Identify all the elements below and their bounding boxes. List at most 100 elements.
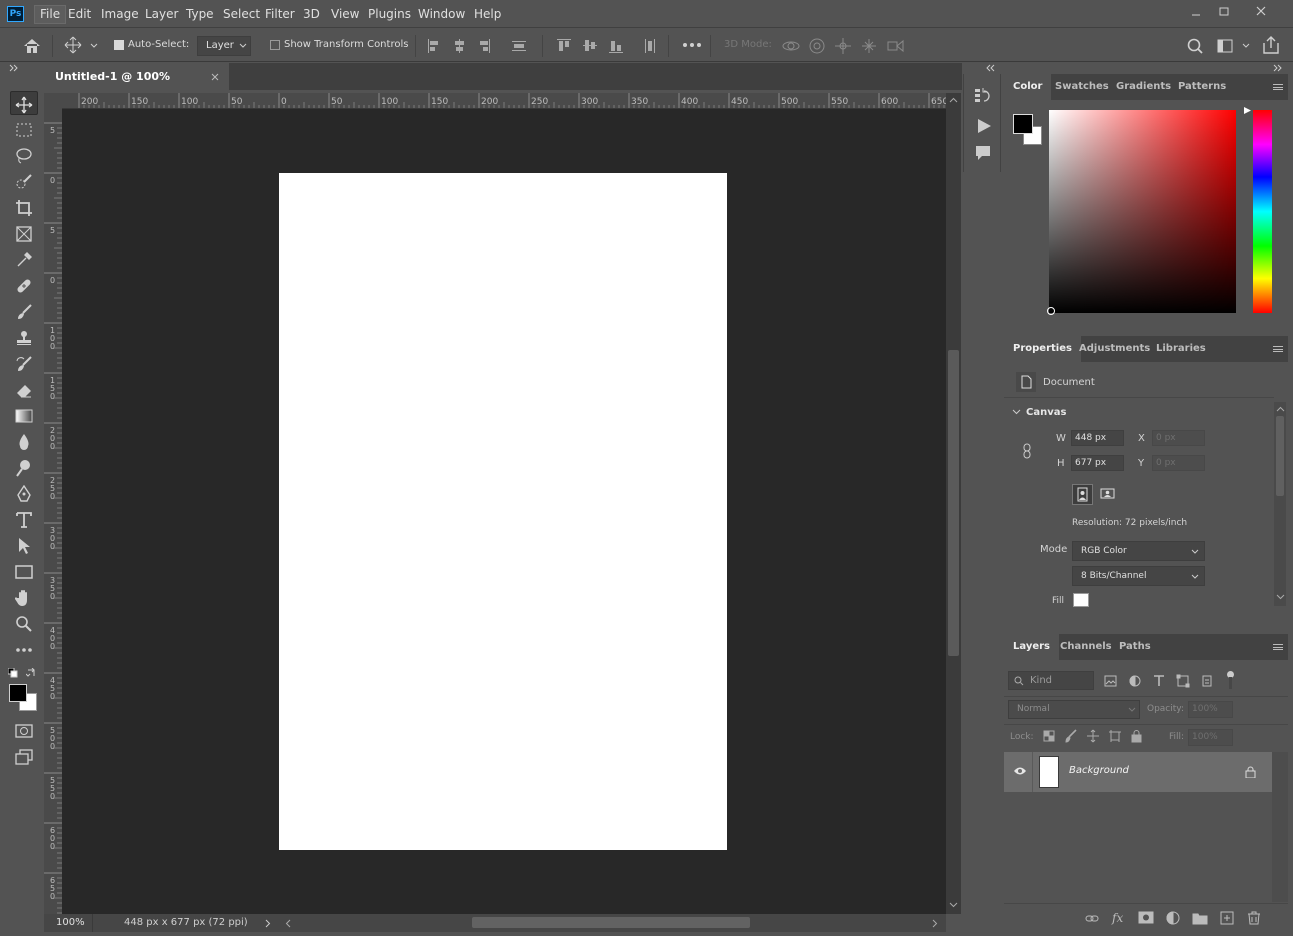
hand-tool-icon[interactable]	[10, 585, 38, 609]
gradient-tool-icon[interactable]	[10, 403, 38, 427]
properties-panel-menu-icon[interactable]	[1273, 346, 1283, 352]
menu-3d[interactable]: 3D	[298, 5, 325, 24]
collapse-panels-icon[interactable]	[1273, 64, 1283, 72]
path-select-tool-icon[interactable]	[10, 533, 38, 557]
y-input[interactable]: 0 px	[1152, 455, 1205, 471]
edit-toolbar-icon[interactable]	[10, 637, 38, 661]
foreground-color-swatch[interactable]	[9, 684, 27, 702]
brush-tool-icon[interactable]	[10, 299, 38, 323]
auto-select-checkbox[interactable]	[114, 40, 124, 50]
color-foreground-swatch[interactable]	[1013, 114, 1033, 134]
screen-mode-icon[interactable]	[10, 744, 38, 768]
auto-select-target-dropdown[interactable]: Layer	[197, 36, 251, 56]
pen-tool-icon[interactable]	[10, 481, 38, 505]
menu-layer[interactable]: Layer	[140, 5, 183, 24]
status-menu-icon[interactable]	[265, 919, 271, 928]
link-dimensions-icon[interactable]	[1021, 443, 1033, 459]
portrait-orientation-icon[interactable]	[1072, 484, 1093, 505]
vertical-scroll-thumb[interactable]	[948, 350, 959, 656]
show-transform-checkbox[interactable]	[270, 40, 280, 50]
menu-edit[interactable]: Edit	[63, 5, 96, 24]
more-options-icon[interactable]	[682, 38, 702, 52]
3d-mode-icons[interactable]	[782, 37, 908, 55]
hue-slider[interactable]	[1253, 110, 1272, 313]
menu-type[interactable]: Type	[181, 5, 219, 24]
color-field[interactable]	[1049, 110, 1236, 313]
properties-scroll-up-icon[interactable]	[1276, 406, 1285, 412]
menu-plugins[interactable]: Plugins	[363, 5, 416, 24]
dodge-tool-icon[interactable]	[10, 455, 38, 479]
close-window-icon[interactable]	[1248, 4, 1274, 20]
search-icon[interactable]	[1186, 37, 1204, 55]
height-input[interactable]: 677 px	[1071, 455, 1124, 471]
blend-mode-dropdown[interactable]: Normal	[1008, 700, 1140, 719]
tab-color[interactable]: Color	[1004, 74, 1052, 100]
close-tab-icon[interactable]	[211, 73, 219, 81]
horizontal-scroll-thumb[interactable]	[472, 917, 750, 928]
properties-scroll-thumb[interactable]	[1276, 416, 1284, 496]
history-brush-tool-icon[interactable]	[10, 351, 38, 375]
menu-help[interactable]: Help	[469, 5, 506, 24]
hue-slider-handle[interactable]	[1243, 106, 1252, 115]
menu-view[interactable]: View	[326, 5, 364, 24]
swap-colors-icon[interactable]	[26, 668, 36, 678]
properties-scroll-down-icon[interactable]	[1276, 594, 1285, 600]
layers-panel-menu-icon[interactable]	[1273, 644, 1283, 650]
layers-scrollbar[interactable]	[1272, 752, 1288, 902]
menu-image[interactable]: Image	[96, 5, 144, 24]
frame-tool-icon[interactable]	[10, 221, 38, 245]
comments-icon[interactable]	[975, 145, 991, 161]
tab-paths[interactable]: Paths	[1110, 634, 1160, 660]
lasso-tool-icon[interactable]	[10, 143, 38, 167]
scroll-up-icon[interactable]	[949, 97, 958, 103]
document-canvas[interactable]	[279, 173, 727, 850]
scroll-left-icon[interactable]	[285, 919, 291, 928]
menu-window[interactable]: Window	[413, 5, 470, 24]
layers-footer-icons[interactable]: fx	[1084, 910, 1274, 926]
history-icon[interactable]	[974, 87, 992, 105]
quick-mask-icon[interactable]	[10, 718, 38, 742]
share-icon[interactable]	[1262, 35, 1280, 55]
layer-lock-icon[interactable]	[1245, 766, 1256, 778]
layer-filter-icons[interactable]	[1102, 674, 1237, 688]
maximize-icon[interactable]	[1211, 4, 1237, 20]
zoom-level[interactable]: 100%	[56, 917, 85, 928]
crop-tool-icon[interactable]	[10, 195, 38, 219]
home-icon[interactable]	[22, 37, 42, 55]
landscape-orientation-icon[interactable]	[1098, 484, 1119, 505]
menu-file[interactable]: File	[34, 5, 67, 24]
fill-swatch[interactable]	[1073, 593, 1089, 607]
menu-filter[interactable]: Filter	[260, 5, 300, 24]
blur-tool-icon[interactable]	[10, 429, 38, 453]
document-tab[interactable]: Untitled-1 @ 100% (RGB/8#)	[44, 63, 229, 110]
move-tool-icon[interactable]	[10, 91, 38, 115]
x-input[interactable]: 0 px	[1152, 430, 1205, 446]
zoom-tool-icon[interactable]	[10, 611, 38, 635]
scroll-down-icon[interactable]	[949, 902, 958, 908]
lock-icons[interactable]	[1042, 729, 1146, 743]
tab-patterns[interactable]: Patterns	[1169, 74, 1235, 100]
menu-select[interactable]: Select	[218, 5, 265, 24]
color-mode-dropdown[interactable]: RGB Color	[1072, 541, 1205, 561]
fill-opacity-input[interactable]: 100%	[1188, 729, 1233, 746]
move-tool-icon[interactable]	[63, 36, 101, 54]
type-tool-icon[interactable]	[10, 507, 38, 531]
collapse-mid-icon[interactable]	[986, 64, 996, 72]
stamp-tool-icon[interactable]	[10, 325, 38, 349]
quick-select-tool-icon[interactable]	[10, 169, 38, 193]
color-picker-marker[interactable]	[1047, 307, 1055, 315]
bit-depth-dropdown[interactable]: 8 Bits/Channel	[1072, 566, 1205, 586]
minimize-icon[interactable]	[1183, 4, 1209, 20]
marquee-tool-icon[interactable]	[10, 117, 38, 141]
workspace-icon[interactable]	[1216, 37, 1254, 55]
scroll-right-icon[interactable]	[932, 919, 938, 928]
tab-libraries[interactable]: Libraries	[1147, 336, 1215, 362]
opacity-input[interactable]: 100%	[1188, 701, 1233, 718]
default-colors-icon[interactable]	[8, 668, 18, 678]
canvas-section-chevron-icon[interactable]	[1012, 409, 1021, 415]
align-icons[interactable]	[426, 37, 666, 55]
color-panel-menu-icon[interactable]	[1273, 84, 1283, 90]
layer-row[interactable]: Background	[1004, 752, 1272, 792]
healing-brush-tool-icon[interactable]	[10, 273, 38, 297]
rectangle-tool-icon[interactable]	[10, 559, 38, 583]
